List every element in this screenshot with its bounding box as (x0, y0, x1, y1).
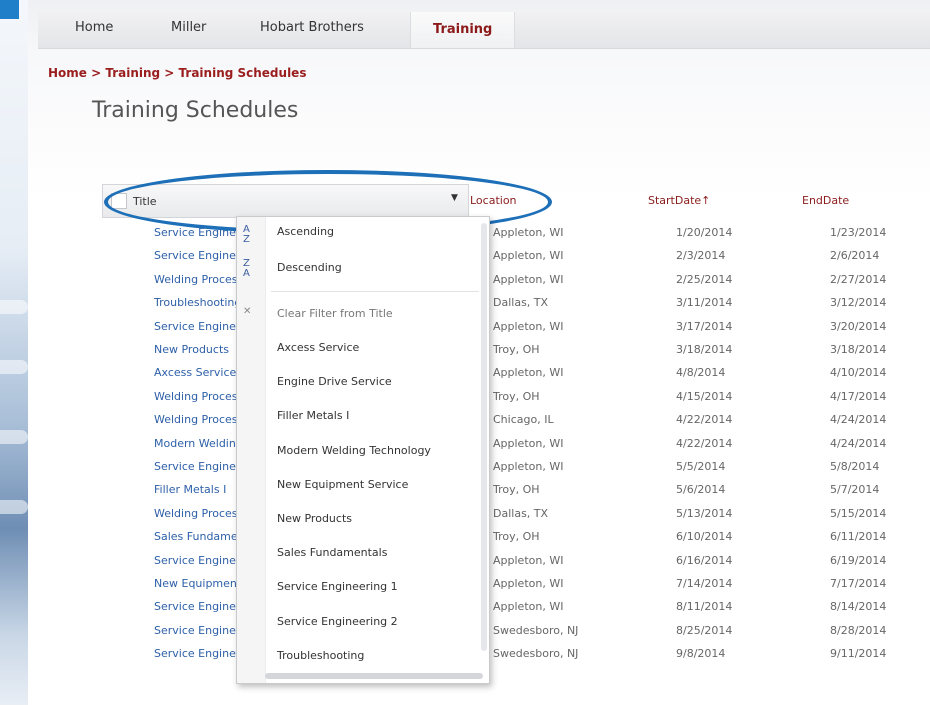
row-title-link[interactable]: New Products (154, 343, 229, 356)
row-location: Troy, OH (493, 343, 540, 356)
row-start-date: 1/20/2014 (676, 226, 733, 239)
row-location: Troy, OH (493, 389, 540, 403)
menu-filter-option[interactable]: Troubleshooting (277, 649, 364, 662)
title-column-header[interactable]: Title ▼ (102, 184, 469, 218)
menu-sort-descending[interactable]: Descending (277, 261, 342, 274)
row-location: Appleton, WI (493, 577, 564, 590)
row-location: Chicago, IL (493, 413, 554, 427)
row-end-date: 5/15/2014 (830, 506, 887, 520)
row-end-date: 5/7/2014 (830, 483, 880, 497)
row-start-date: 4/8/2014 (676, 366, 726, 380)
row-start-date: 6/10/2014 (676, 530, 733, 544)
row-location: Troy, OH (493, 483, 540, 497)
table-header: Title ▼ Location StartDate↑ EndDate (102, 180, 930, 222)
row-start-date: 2/25/2014 (676, 272, 733, 286)
row-title-link[interactable]: Axcess Service (154, 366, 236, 379)
row-location: Appleton, WI (493, 272, 564, 286)
row-end-date: 4/24/2014 (830, 436, 887, 450)
row-location: Swedesboro, NJ (493, 623, 579, 637)
row-end-date: 3/12/2014 (830, 296, 887, 310)
row-end-date: 6/19/2014 (830, 553, 887, 567)
row-end-date: 4/24/2014 (830, 413, 887, 427)
row-start-date: 4/22/2014 (676, 413, 733, 427)
row-start-date: 5/6/2014 (676, 483, 726, 497)
select-all-checkbox[interactable] (111, 193, 127, 209)
row-start-date: 7/14/2014 (676, 577, 733, 590)
menu-horizontal-scrollbar[interactable] (265, 673, 483, 679)
menu-filter-option[interactable]: Service Engineering 2 (277, 615, 398, 628)
row-end-date: 8/14/2014 (830, 600, 887, 614)
row-location: Dallas, TX (493, 296, 549, 310)
column-filter-menu: AZ Ascending ZA Descending ✕ Clear Filte… (236, 216, 490, 684)
nav-hobart-brothers[interactable]: Hobart Brothers (260, 20, 364, 35)
nav-training[interactable]: Training (410, 12, 516, 48)
corner-tab (0, 0, 19, 19)
menu-filter-option[interactable]: Axcess Service (277, 341, 359, 354)
row-location: Appleton, WI (493, 600, 564, 614)
row-start-date: 9/8/2014 (676, 647, 726, 661)
row-location: Dallas, TX (493, 506, 549, 520)
row-end-date: 9/11/2014 (830, 647, 887, 661)
row-end-date: 4/17/2014 (830, 389, 887, 403)
row-end-date: 3/20/2014 (830, 319, 887, 333)
menu-separator (271, 291, 479, 292)
row-start-date: 5/13/2014 (676, 506, 733, 520)
row-end-date: 2/6/2014 (830, 249, 880, 263)
row-end-date: 4/10/2014 (830, 366, 887, 380)
row-location: Appleton, WI (493, 553, 564, 567)
breadcrumb[interactable]: Home > Training > Training Schedules (48, 66, 306, 80)
sort-descending-icon: ZA (243, 258, 250, 279)
clear-filter-icon: ✕ (243, 306, 252, 317)
menu-filter-option[interactable]: Sales Fundamentals (277, 546, 387, 559)
sort-ascending-icon: AZ (243, 224, 250, 245)
menu-filter-option[interactable]: Engine Drive Service (277, 375, 392, 388)
row-location: Appleton, WI (493, 319, 564, 333)
row-title-link[interactable]: Filler Metals I (154, 483, 226, 496)
sort-arrow-icon: ↑ (701, 194, 711, 207)
row-location: Appleton, WI (493, 460, 564, 473)
row-end-date: 5/8/2014 (830, 460, 880, 473)
menu-filter-option[interactable]: New Products (277, 512, 352, 525)
menu-filter-option[interactable]: Service Engineering 1 (277, 580, 398, 593)
menu-filter-option[interactable]: New Equipment Service (277, 478, 408, 491)
location-column-header[interactable]: Location (470, 194, 517, 207)
row-start-date: 2/3/2014 (676, 249, 726, 263)
menu-gutter (237, 217, 266, 683)
row-start-date: 8/11/2014 (676, 600, 733, 614)
row-start-date: 4/15/2014 (676, 389, 733, 403)
nav-home[interactable]: Home (75, 20, 113, 35)
row-start-date: 4/22/2014 (676, 436, 733, 450)
page-title: Training Schedules (92, 98, 299, 123)
row-end-date: 3/18/2014 (830, 343, 887, 356)
row-location: Swedesboro, NJ (493, 647, 579, 661)
menu-filter-option[interactable]: Modern Welding Technology (277, 444, 431, 457)
row-location: Appleton, WI (493, 366, 564, 380)
filter-dropdown-icon[interactable]: ▼ (451, 193, 458, 203)
row-end-date: 7/17/2014 (830, 577, 887, 590)
nav-miller[interactable]: Miller (171, 20, 206, 35)
row-end-date: 1/23/2014 (830, 226, 887, 239)
menu-filter-option[interactable]: Filler Metals I (277, 409, 349, 422)
row-end-date: 6/11/2014 (830, 530, 887, 544)
menu-clear-filter[interactable]: Clear Filter from Title (277, 307, 393, 320)
enddate-column-header[interactable]: EndDate (802, 194, 849, 207)
row-location: Troy, OH (493, 530, 540, 544)
row-location: Appleton, WI (493, 436, 564, 450)
row-start-date: 8/25/2014 (676, 623, 733, 637)
top-nav: Home Miller Hobart Brothers Training (38, 12, 930, 49)
row-end-date: 8/28/2014 (830, 623, 887, 637)
row-start-date: 3/17/2014 (676, 319, 733, 333)
row-start-date: 3/18/2014 (676, 343, 733, 356)
row-title-link[interactable]: Troubleshooting (154, 296, 241, 309)
row-end-date: 2/27/2014 (830, 272, 887, 286)
startdate-column-header[interactable]: StartDate↑ (648, 194, 710, 207)
row-location: Appleton, WI (493, 226, 564, 239)
menu-vertical-scrollbar[interactable] (481, 223, 487, 651)
title-header-label: Title (133, 195, 157, 208)
row-location: Appleton, WI (493, 249, 564, 263)
menu-sort-ascending[interactable]: Ascending (277, 225, 334, 238)
row-start-date: 3/11/2014 (676, 296, 733, 310)
row-start-date: 6/16/2014 (676, 553, 733, 567)
row-start-date: 5/5/2014 (676, 460, 726, 473)
